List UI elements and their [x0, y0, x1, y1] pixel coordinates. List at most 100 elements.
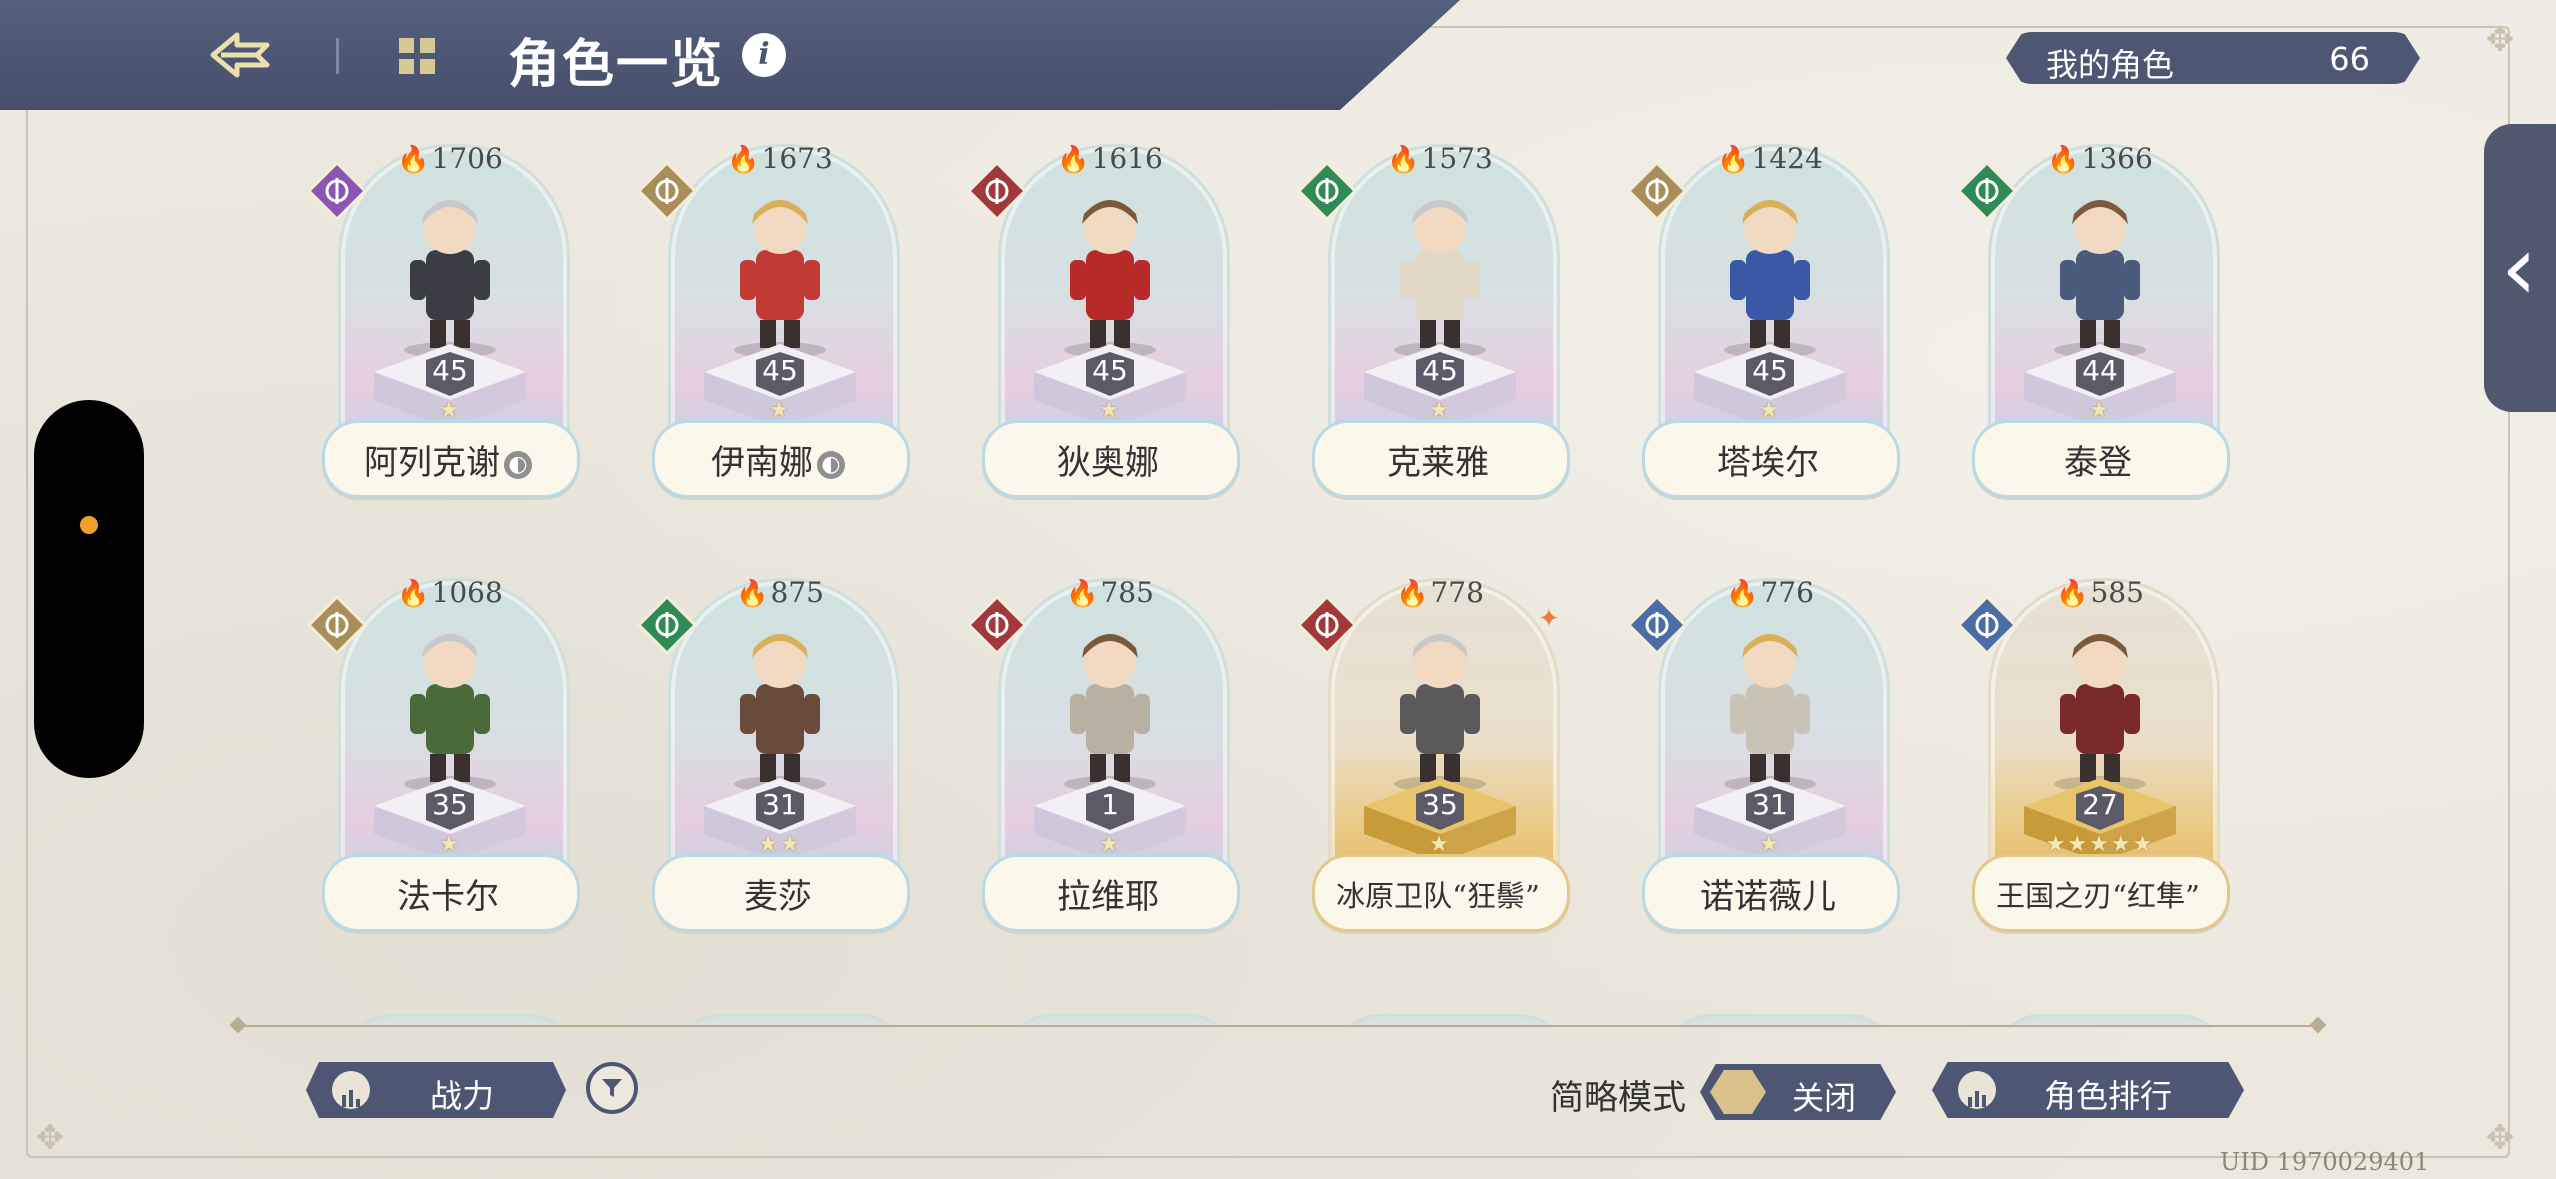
character-name-text: 法卡尔	[397, 877, 499, 917]
flame-icon: 🔥	[1396, 579, 1429, 609]
character-name: 伊南娜 ◐	[650, 435, 906, 484]
flame-icon: 🔥	[1057, 145, 1090, 175]
class-purple-icon	[306, 160, 368, 222]
power-number: 1616	[1091, 142, 1163, 175]
character-card[interactable]: 🔥1573 45 ★ 克莱雅	[1296, 130, 1570, 498]
character-name: 阿列克谢 ◐	[320, 435, 576, 484]
level-badge: 45	[432, 354, 468, 387]
indicator-dot	[80, 516, 98, 534]
toggle-knob	[1710, 1070, 1766, 1114]
flame-icon: 🔥	[397, 145, 430, 175]
character-sprite	[2054, 634, 2146, 792]
character-name: 冰原卫队“狂鬃”	[1310, 873, 1566, 915]
character-name: 狄奥娜	[980, 435, 1236, 484]
class-blue-icon	[1626, 594, 1688, 656]
sort-by-power-button[interactable]: 战力	[306, 1062, 566, 1118]
flame-icon: 🔥	[736, 579, 769, 609]
character-sprite	[734, 634, 826, 792]
grid-menu-icon	[399, 38, 435, 74]
level-badge: 35	[1422, 788, 1458, 821]
power-number: 1366	[2081, 142, 2153, 175]
flame-icon: 🔥	[1387, 145, 1420, 175]
power-number: 1706	[431, 142, 503, 175]
character-name: 泰登	[1970, 435, 2226, 484]
level-badge: 35	[432, 788, 468, 821]
corner-ornament-icon: ✥	[2485, 1118, 2515, 1158]
character-card[interactable]: 🔥1616 45 ★ 狄奥娜	[966, 130, 1240, 498]
character-name: 诺诺薇儿	[1640, 869, 1896, 918]
character-card[interactable]: 🔥875 31 ★★ 麦莎	[636, 564, 910, 932]
power-number: 585	[2090, 576, 2144, 609]
back-button[interactable]	[200, 22, 280, 88]
character-card[interactable]: 🔥1706 45 ★ 阿列克谢 ◐	[306, 130, 580, 498]
character-name: 麦莎	[650, 869, 906, 918]
system-overlay-pill[interactable]	[34, 400, 144, 778]
character-card[interactable]: 🔥1366 44 ★ 泰登	[1956, 130, 2230, 498]
level-badge: 45	[1092, 354, 1128, 387]
filter-button[interactable]	[586, 1062, 638, 1114]
character-name: 法卡尔	[320, 869, 576, 918]
character-name-text: 阿列克谢	[364, 443, 500, 483]
ranking-icon	[1958, 1071, 1996, 1109]
character-sprite	[1064, 634, 1156, 792]
level-badge: 1	[1101, 788, 1119, 821]
flame-icon: 🔥	[1066, 579, 1099, 609]
character-name-text: 麦莎	[744, 877, 812, 917]
power-number: 776	[1760, 576, 1814, 609]
character-name: 克莱雅	[1310, 435, 1566, 484]
character-name-text: 冰原卫队“狂鬃”	[1336, 879, 1540, 913]
awakening-badge-icon: ◐	[504, 451, 532, 479]
character-card[interactable]: 🔥1424 45 ★ 塔埃尔	[1626, 130, 1900, 498]
character-name: 拉维耶	[980, 869, 1236, 918]
class-gold-icon	[306, 594, 368, 656]
class-red-icon	[966, 160, 1028, 222]
menu-button[interactable]	[388, 30, 446, 82]
flame-icon: 🔥	[397, 579, 430, 609]
page-title: 角色一览	[508, 34, 725, 95]
corner-ornament-icon: ✥	[35, 1118, 65, 1158]
character-name-text: 泰登	[2064, 443, 2132, 483]
character-card[interactable]: 🔥1673 45 ★ 伊南娜 ◐	[636, 130, 910, 498]
character-card[interactable]: 🔥776 31 ★ 诺诺薇儿	[1626, 564, 1900, 932]
my-characters-counter: 我的角色 66	[2006, 32, 2420, 84]
character-card[interactable]: 🔥1068 35 ★ 法卡尔	[306, 564, 580, 932]
class-red-icon	[1296, 594, 1358, 656]
level-badge: 27	[2082, 788, 2118, 821]
character-sprite	[1724, 634, 1816, 792]
simple-mode-label: 简略模式	[1550, 1078, 1686, 1118]
header-divider	[336, 38, 339, 74]
class-green-icon	[1956, 160, 2018, 222]
power-number: 1573	[1421, 142, 1493, 175]
character-ranking-button[interactable]: 角色排行	[1932, 1062, 2244, 1118]
info-button[interactable]: i	[742, 33, 786, 77]
character-name-text: 伊南娜	[711, 443, 813, 483]
my-characters-label: 我的角色	[2046, 46, 2175, 84]
character-sprite	[404, 200, 496, 358]
character-name-text: 塔埃尔	[1717, 443, 1819, 483]
level-badge: 45	[1422, 354, 1458, 387]
class-blue-icon	[1956, 594, 2018, 656]
character-card[interactable]: 🔥785 1 ★ 拉维耶	[966, 564, 1240, 932]
character-card[interactable]: 🔥778 35 ★ 冰原卫队“狂鬃” ✦	[1296, 564, 1570, 932]
character-card[interactable]: 🔥585 27 ★★★★★ 王国之刃“红隼”	[1956, 564, 2230, 932]
power-number: 785	[1100, 576, 1154, 609]
class-green-icon	[636, 594, 698, 656]
level-badge: 45	[1752, 354, 1788, 387]
power-number: 1673	[761, 142, 833, 175]
sort-by-power-label: 战力	[430, 1077, 495, 1115]
flame-icon: 🔥	[727, 145, 760, 175]
chevron-left-icon: ‹	[2501, 215, 2537, 321]
corner-ornament-icon: ✥	[2485, 20, 2515, 60]
character-sprite	[404, 634, 496, 792]
new-indicator-icon: ✦	[1538, 604, 1560, 634]
flame-icon: 🔥	[2047, 145, 2080, 175]
character-name-text: 克莱雅	[1387, 443, 1489, 483]
back-arrow-icon	[210, 32, 270, 78]
simple-mode-toggle[interactable]: 关闭	[1700, 1064, 1896, 1120]
character-sprite	[1394, 200, 1486, 358]
class-gold-icon	[636, 160, 698, 222]
character-sprite	[734, 200, 826, 358]
side-panel-toggle[interactable]: ‹	[2484, 124, 2556, 412]
power-number: 1068	[431, 576, 503, 609]
class-red-icon	[966, 594, 1028, 656]
